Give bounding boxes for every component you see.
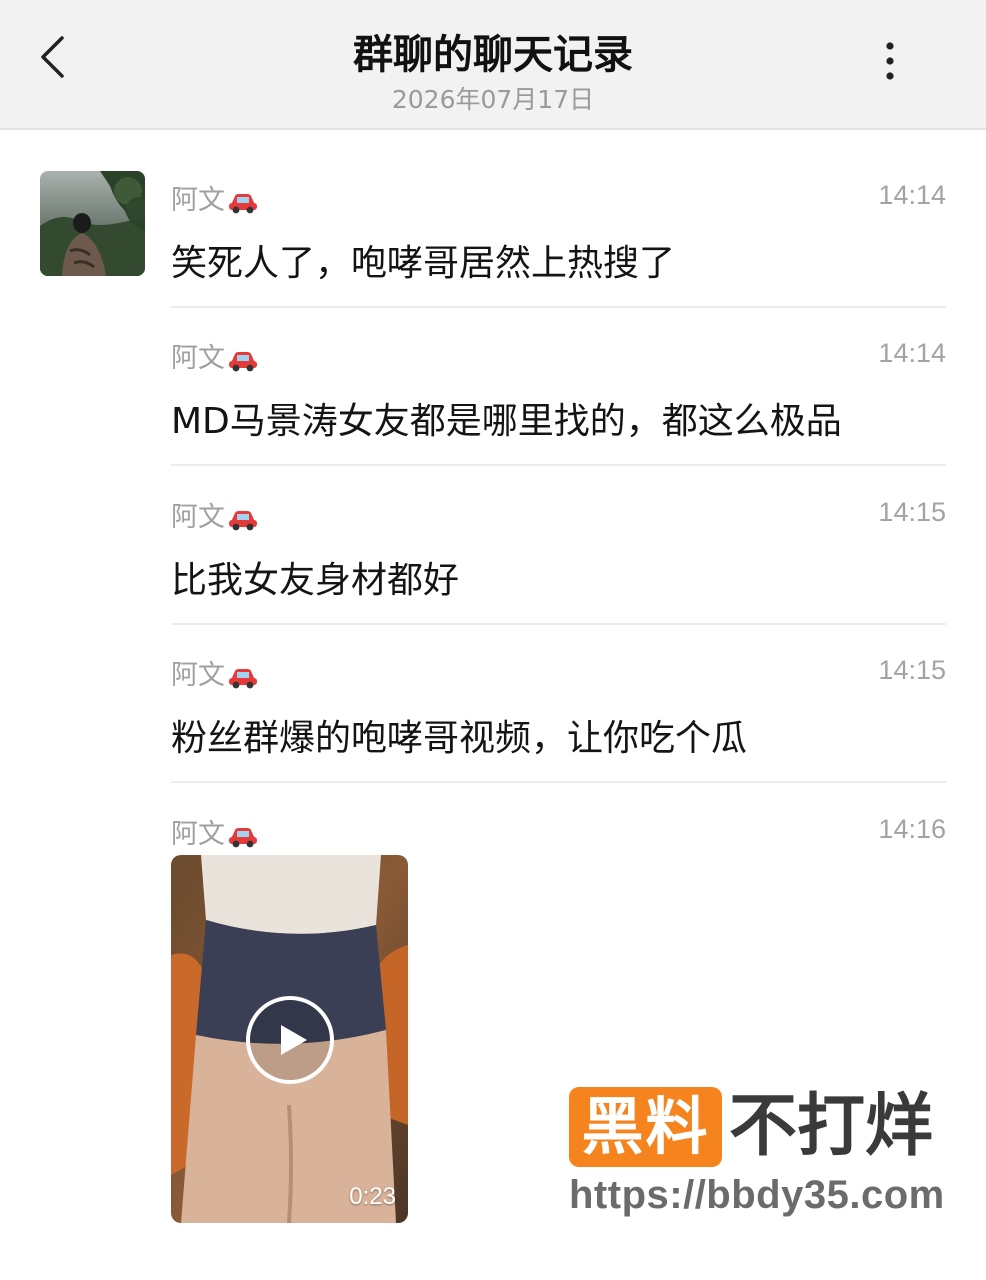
divider [171, 781, 946, 783]
message-time: 14:14 [878, 180, 946, 210]
watermark-badge: 黑料 [569, 1087, 722, 1167]
watermark-text: 不打烊 [729, 1087, 934, 1166]
car-emoji-icon [229, 668, 257, 688]
chat-message: 阿文 14:14 笑死人了，咆哮哥居然上热搜了 [171, 178, 946, 308]
car-emoji-icon [229, 510, 257, 530]
sender-name: 阿文 [171, 502, 225, 533]
car-emoji-icon [229, 351, 257, 371]
chat-message: 阿文 14:14 MD马景涛女友都是哪里找的，都这么极品 [171, 336, 946, 466]
message-text[interactable]: 笑死人了，咆哮哥居然上热搜了 [171, 234, 675, 286]
message-time: 14:16 [878, 814, 946, 844]
more-vertical-icon [886, 42, 894, 80]
watermark-url: https://bbdy35.com [569, 1173, 945, 1217]
message-time: 14:15 [878, 655, 946, 685]
video-thumbnail[interactable]: 0:23 [171, 855, 408, 1223]
chat-message: 阿文 14:15 粉丝群爆的咆哮哥视频，让你吃个瓜 [171, 653, 946, 783]
video-duration: 0:23 [349, 1183, 396, 1210]
sender-name: 阿文 [171, 343, 225, 374]
page-title: 群聊的聊天记录 [353, 32, 633, 78]
message-sender[interactable]: 阿文 [171, 178, 259, 217]
message-sender[interactable]: 阿文 [171, 495, 259, 534]
more-button[interactable] [872, 40, 908, 84]
message-time: 14:14 [878, 338, 946, 368]
message-sender[interactable]: 阿文 [171, 812, 259, 851]
divider [171, 306, 946, 308]
chat-message: 阿文 14:16 [171, 812, 946, 852]
divider [171, 623, 946, 625]
avatar[interactable] [40, 171, 145, 276]
chat-message: 阿文 14:15 比我女友身材都好 [171, 495, 946, 625]
sender-name: 阿文 [171, 185, 225, 216]
message-sender[interactable]: 阿文 [171, 653, 259, 692]
message-text[interactable]: MD马景涛女友都是哪里找的，都这么极品 [171, 392, 842, 444]
sender-name: 阿文 [171, 819, 225, 850]
message-text[interactable]: 粉丝群爆的咆哮哥视频，让你吃个瓜 [171, 709, 747, 761]
header-bar: 群聊的聊天记录 2026年07月17日 [0, 0, 986, 130]
chat-date: 2026年07月17日 [391, 85, 595, 114]
message-text[interactable]: 比我女友身材都好 [171, 551, 459, 603]
car-emoji-icon [229, 193, 257, 213]
car-emoji-icon [229, 827, 257, 847]
message-sender[interactable]: 阿文 [171, 336, 259, 375]
message-time: 14:15 [878, 497, 946, 527]
play-icon[interactable] [245, 995, 335, 1085]
watermark: 黑料 不打烊 https://bbdy35.com [569, 1087, 969, 1227]
sender-name: 阿文 [171, 660, 225, 691]
divider [171, 464, 946, 466]
